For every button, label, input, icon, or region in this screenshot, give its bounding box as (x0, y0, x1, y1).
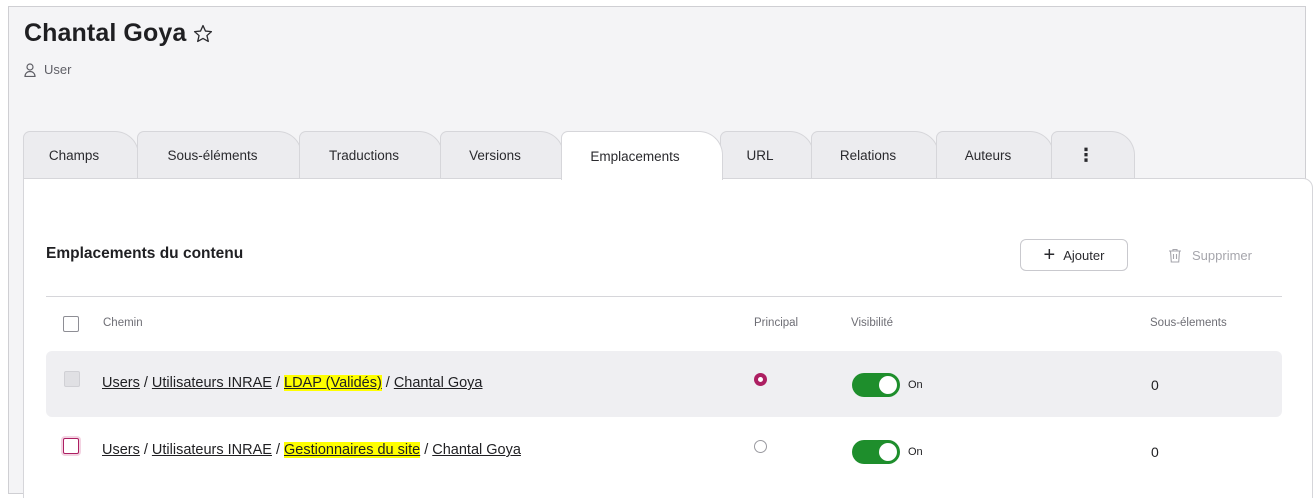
column-header-visibility: Visibilité (851, 317, 893, 329)
page-title-text: Chantal Goya (24, 19, 187, 47)
delete-button-label: Supprimer (1192, 247, 1252, 263)
select-all-checkbox[interactable] (63, 316, 79, 332)
more-vertical-icon: ⋮ (1077, 145, 1095, 165)
user-icon (24, 62, 36, 77)
location-path: Users / Utilisateurs INRAE / LDAP (Validés) /… (102, 375, 483, 391)
tab-versions[interactable]: Versions (440, 131, 564, 179)
tab-label: Auteurs (964, 148, 1012, 163)
path-link[interactable]: Users (102, 375, 140, 391)
row-checkbox[interactable] (63, 438, 79, 454)
toggle-knob (879, 443, 897, 461)
content-type-label: User (44, 62, 72, 77)
divider (46, 296, 1282, 297)
column-header-path: Chemin (103, 317, 143, 329)
tab-more[interactable]: ⋮ (1051, 131, 1135, 179)
main-location-radio[interactable] (754, 440, 767, 453)
plus-icon: + (1043, 244, 1056, 266)
row-checkbox-disabled (64, 371, 80, 387)
subitems-count: 0 (1151, 377, 1159, 393)
tab-url[interactable]: URL (720, 131, 814, 179)
path-link[interactable]: LDAP (Validés) (284, 375, 382, 391)
path-link[interactable]: Chantal Goya (394, 375, 483, 391)
content-type: User (24, 62, 71, 77)
tab-relations[interactable]: Relations (811, 131, 939, 179)
main-location-radio[interactable] (754, 373, 767, 386)
subitems-count: 0 (1151, 444, 1159, 460)
page-title: Chantal Goya (24, 19, 214, 48)
delete-button[interactable]: Supprimer (1150, 239, 1270, 271)
add-button-label: Ajouter (1063, 247, 1105, 263)
locations-panel: Emplacements du contenu + Ajouter Suppri… (23, 178, 1313, 498)
tab-champs[interactable]: Champs (23, 131, 139, 179)
path-link[interactable]: Users (102, 442, 140, 458)
path-link[interactable]: Utilisateurs INRAE (152, 442, 272, 458)
column-header-subitems: Sous-élements (1150, 317, 1227, 329)
table-row: Users / Utilisateurs INRAE / Gestionnaires d… (46, 417, 1282, 483)
path-link[interactable]: Chantal Goya (432, 442, 521, 458)
table-row: Users / Utilisateurs INRAE / LDAP (Validés) /… (46, 351, 1282, 417)
section-title: Emplacements du contenu (46, 245, 244, 262)
visibility-toggle[interactable] (852, 373, 900, 397)
tab-label: Champs (48, 148, 100, 163)
tab-label: URL (746, 148, 774, 163)
tab-label: Emplacements (590, 148, 680, 164)
tab-label: Sous-éléments (167, 148, 258, 163)
visibility-label: On (908, 446, 923, 458)
tab-label: Traductions (328, 148, 400, 163)
toggle-knob (879, 376, 897, 394)
tab-emplacements[interactable]: Emplacements (561, 131, 723, 180)
tab-label: Relations (839, 148, 897, 163)
path-link[interactable]: Utilisateurs INRAE (152, 375, 272, 391)
column-header-main: Principal (754, 317, 799, 329)
visibility-label: On (908, 379, 923, 391)
content-window: Chantal Goya User Champs Sous-éléments T… (8, 6, 1313, 498)
path-link[interactable]: Gestionnaires du site (284, 442, 421, 458)
tab-bar: Champs Sous-éléments Traductions Version… (23, 131, 1313, 180)
tab-auteurs[interactable]: Auteurs (936, 131, 1054, 179)
star-outline-icon[interactable] (192, 23, 214, 45)
tab-label: Versions (469, 148, 521, 163)
location-path: Users / Utilisateurs INRAE / Gestionnaires d… (102, 442, 521, 458)
visibility-toggle[interactable] (852, 440, 900, 464)
add-button[interactable]: + Ajouter (1020, 239, 1128, 271)
trash-icon (1168, 248, 1182, 263)
tab-traductions[interactable]: Traductions (299, 131, 443, 179)
tab-sous-elements[interactable]: Sous-éléments (137, 131, 302, 179)
